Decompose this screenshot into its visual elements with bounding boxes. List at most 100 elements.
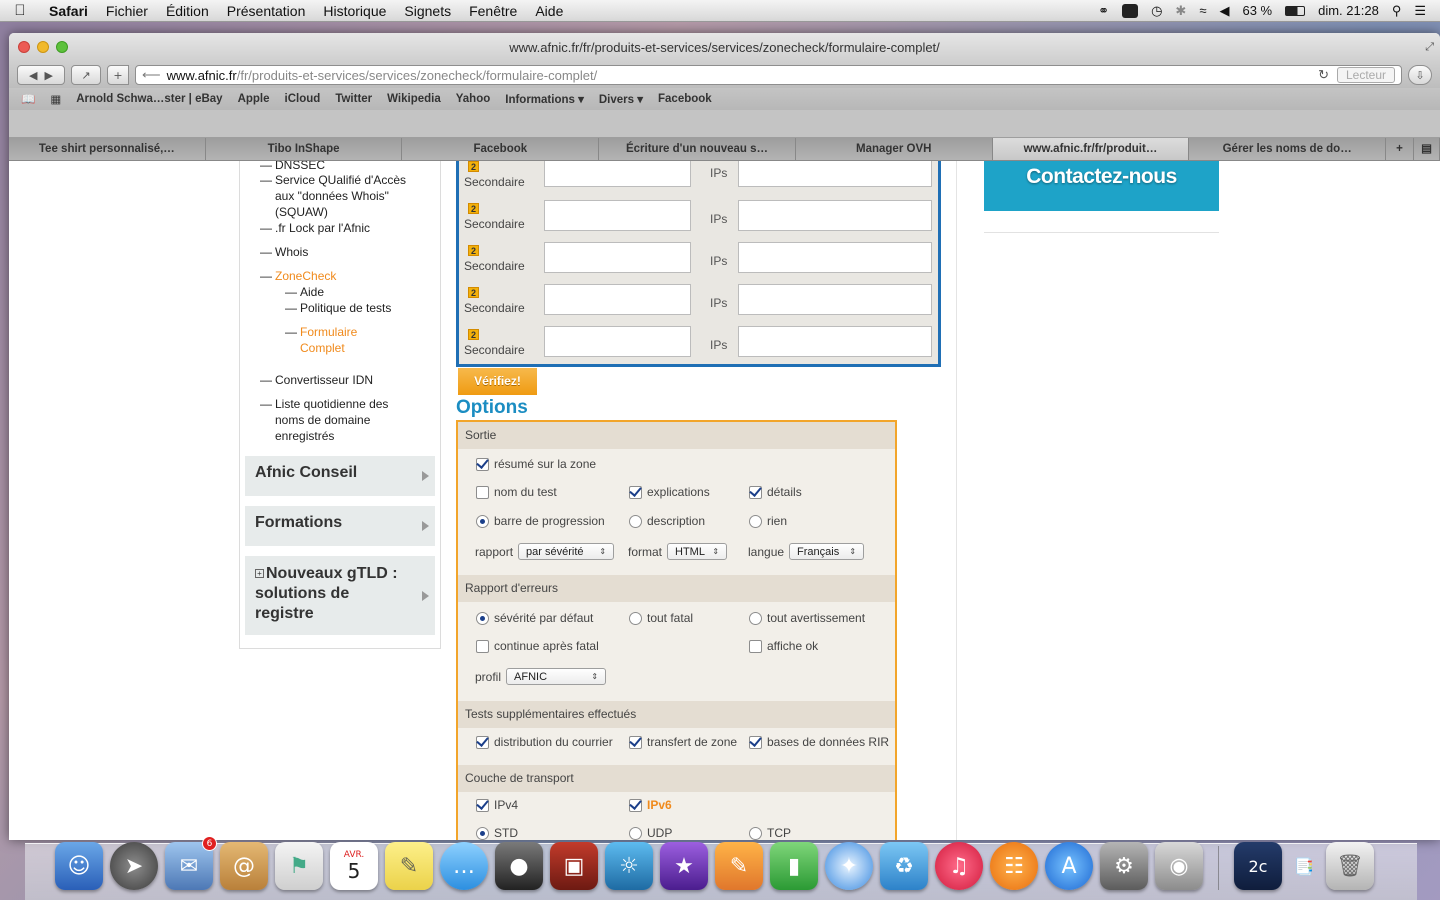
nav-formulaire-complet[interactable]: — Formulaire Complet bbox=[285, 324, 375, 356]
tab-gerer-noms[interactable]: Gérer les noms de do… bbox=[1189, 138, 1387, 160]
checkbox[interactable] bbox=[629, 735, 642, 749]
pages-icon[interactable]: ✎ bbox=[715, 842, 763, 890]
messages-icon[interactable]: … bbox=[440, 842, 488, 890]
checkbox[interactable] bbox=[629, 798, 642, 812]
tab-tibo-inshape[interactable]: Tibo InShape bbox=[206, 138, 403, 160]
contacts-icon[interactable]: @ bbox=[220, 842, 268, 890]
server-name-input[interactable] bbox=[544, 200, 691, 231]
numbers-icon[interactable]: ▮ bbox=[770, 842, 818, 890]
address-bar[interactable]: ⟵ www.afnic.fr/fr/produits-et-services/s… bbox=[135, 65, 1402, 85]
reader-button[interactable]: Lecteur bbox=[1336, 67, 1395, 83]
option-resume-zone[interactable]: résumé sur la zone bbox=[476, 457, 596, 471]
calendar-icon[interactable]: AVR. 5 bbox=[330, 842, 378, 890]
expand-icon[interactable]: + bbox=[255, 569, 264, 579]
facetime-icon[interactable]: ● bbox=[495, 842, 543, 890]
downloads-button[interactable]: ⇩ bbox=[1408, 65, 1432, 85]
option-explications[interactable]: explications bbox=[629, 485, 710, 499]
bookmark-informations[interactable]: Informations ▾ bbox=[505, 92, 584, 106]
creative-cloud-icon[interactable]: ⚭ bbox=[1098, 3, 1109, 19]
menu-edition[interactable]: Édition bbox=[157, 3, 218, 19]
server-ips-input[interactable] bbox=[738, 326, 932, 357]
checkbox[interactable] bbox=[749, 735, 762, 749]
downloads-stack-icon[interactable]: 2c bbox=[1234, 842, 1282, 890]
safari-icon[interactable]: ✦ bbox=[825, 842, 873, 890]
mail-icon[interactable]: ✉ 6 bbox=[165, 836, 217, 890]
ibooks-icon[interactable]: ☷ bbox=[990, 842, 1038, 890]
radio[interactable] bbox=[629, 611, 642, 625]
app-store-icon[interactable]: A bbox=[1045, 842, 1093, 890]
reading-list-icon[interactable]: 📖 bbox=[21, 92, 35, 106]
server-name-input[interactable] bbox=[544, 242, 691, 273]
langue-select[interactable]: Français ⇕ bbox=[789, 543, 865, 560]
fullscreen-icon[interactable]: ⤢ bbox=[1425, 33, 1434, 62]
close-window-button[interactable] bbox=[18, 41, 30, 53]
checkbox[interactable] bbox=[749, 485, 762, 499]
server-name-input[interactable] bbox=[544, 161, 691, 187]
bookmark-facebook[interactable]: Facebook bbox=[658, 93, 712, 105]
folder-stack-icon[interactable]: 📑 bbox=[1289, 842, 1319, 890]
imovie-icon[interactable]: ★ bbox=[660, 842, 708, 890]
server-ips-input[interactable] bbox=[738, 242, 932, 273]
bluetooth-icon[interactable]: ✱ bbox=[1175, 3, 1186, 19]
menu-presentation[interactable]: Présentation bbox=[218, 3, 315, 19]
iphoto-icon[interactable]: ☼ bbox=[605, 842, 653, 890]
zoom-window-button[interactable] bbox=[56, 41, 68, 53]
bookmark-wikipedia[interactable]: Wikipedia bbox=[387, 93, 441, 105]
menu-signets[interactable]: Signets bbox=[395, 3, 460, 19]
tab-afnic[interactable]: www.afnic.fr/fr/produit… bbox=[992, 138, 1190, 160]
reload-icon[interactable]: ↻ bbox=[1318, 67, 1329, 83]
rapport-select[interactable]: par sévérité ⇕ bbox=[518, 543, 615, 560]
nav-convertisseur-idn[interactable]: — Convertisseur IDN bbox=[260, 372, 373, 388]
server-name-input[interactable] bbox=[544, 284, 691, 315]
back-icon[interactable]: ◀ bbox=[29, 69, 37, 82]
spotlight-icon[interactable]: ⚲ bbox=[1392, 3, 1402, 19]
bookmark-apple[interactable]: Apple bbox=[238, 93, 270, 105]
option-bases-rir[interactable]: bases de données RIR bbox=[749, 735, 889, 749]
nav-whois[interactable]: — Whois bbox=[260, 244, 308, 260]
server-name-input[interactable] bbox=[544, 326, 691, 357]
photo-booth-icon[interactable]: ▣ bbox=[550, 842, 598, 890]
nav-aide[interactable]: — Aide bbox=[285, 284, 324, 300]
nav-squaw[interactable]: — Service QUalifié d'Accès aux "données W… bbox=[260, 172, 410, 220]
tab-tee-shirt[interactable]: Tee shirt personnalisé,… bbox=[9, 138, 206, 160]
block-nouveaux-gtld[interactable]: + Nouveaux gTLD : solutions de registre bbox=[245, 556, 435, 635]
option-nom-test[interactable]: nom du test bbox=[476, 485, 557, 499]
server-ips-input[interactable] bbox=[738, 200, 932, 231]
verify-button[interactable]: Vérifiez! bbox=[458, 368, 537, 395]
radio[interactable] bbox=[476, 826, 489, 840]
checkbox[interactable] bbox=[476, 457, 489, 471]
server-ips-input[interactable] bbox=[738, 284, 932, 315]
minimize-window-button[interactable] bbox=[37, 41, 49, 53]
option-affiche-ok[interactable]: affiche ok bbox=[749, 639, 818, 653]
option-udp[interactable]: UDP bbox=[629, 826, 672, 840]
checkbox[interactable] bbox=[629, 485, 642, 499]
back-forward-buttons[interactable]: ◀ ▶ bbox=[17, 65, 65, 85]
menu-fichier[interactable]: Fichier bbox=[97, 3, 157, 19]
menu-aide[interactable]: Aide bbox=[526, 3, 572, 19]
profil-select[interactable]: AFNIC ⇕ bbox=[506, 668, 607, 685]
option-tout-fatal[interactable]: tout fatal bbox=[629, 611, 693, 625]
option-continue-fatal[interactable]: continue après fatal bbox=[476, 639, 599, 653]
option-transfert-zone[interactable]: transfert de zone bbox=[629, 735, 737, 749]
option-tcp[interactable]: TCP bbox=[749, 826, 791, 840]
bookmark-icloud[interactable]: iCloud bbox=[285, 93, 321, 105]
menu-historique[interactable]: Historique bbox=[314, 3, 395, 19]
new-tab-button[interactable]: + bbox=[107, 65, 129, 85]
apple-menu-icon[interactable]:  bbox=[0, 2, 40, 19]
status-app-icon[interactable] bbox=[1122, 3, 1139, 18]
contact-button[interactable]: Contactez-nous bbox=[984, 161, 1219, 211]
new-tab-plus-button[interactable]: + bbox=[1386, 138, 1415, 160]
nav-fr-lock[interactable]: — .fr Lock par l'Afnic bbox=[260, 220, 370, 236]
block-formations[interactable]: Formations bbox=[245, 506, 435, 546]
tab-facebook[interactable]: Facebook bbox=[402, 138, 600, 160]
option-std[interactable]: STD bbox=[476, 826, 518, 840]
time-machine-icon[interactable]: ◷ bbox=[1151, 3, 1162, 19]
nav-zonecheck[interactable]: — ZoneCheck bbox=[260, 268, 336, 284]
nav-liste-quotidienne[interactable]: — Liste quotidienne des noms de domaine e… bbox=[260, 396, 400, 444]
checkbox[interactable] bbox=[476, 735, 489, 749]
option-barre-progression[interactable]: barre de progression bbox=[476, 514, 605, 528]
format-select[interactable]: HTML ⇕ bbox=[667, 543, 728, 560]
server-ips-input[interactable] bbox=[738, 161, 932, 187]
checkbox[interactable] bbox=[476, 798, 489, 812]
option-tout-avertissement[interactable]: tout avertissement bbox=[749, 611, 865, 625]
